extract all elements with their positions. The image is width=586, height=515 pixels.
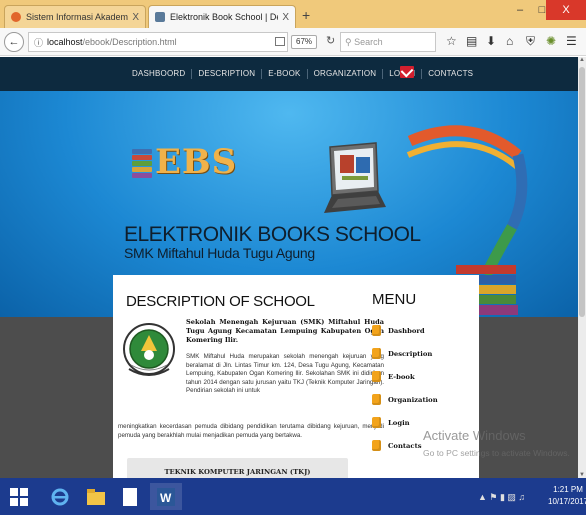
internet-explorer-icon[interactable]	[44, 483, 76, 510]
site-nav: DASHBOORD DESCRIPTION E-BOOK ORGANIZATIO…	[0, 57, 578, 91]
close-window-button[interactable]: X	[546, 0, 586, 20]
ebs-logo: EBS	[132, 139, 237, 181]
vertical-scrollbar[interactable]: ▲ ▼	[578, 57, 586, 478]
windows-start-icon[interactable]	[10, 488, 28, 506]
folder-icon	[372, 371, 381, 382]
laptop-illustration-icon	[324, 142, 386, 213]
folder-icon	[372, 440, 381, 451]
new-tab-button[interactable]: +	[302, 7, 310, 23]
description-lead: Sekolah Menengah Kejuruan (SMK) Miftahul…	[186, 318, 384, 344]
back-button[interactable]: ←	[4, 32, 24, 52]
url-path: /ebook/Description.html	[82, 37, 177, 47]
menu-item-label: Contacts	[388, 441, 422, 450]
folder-icon	[372, 394, 381, 405]
bookmark-star-icon[interactable]: ☆	[446, 34, 457, 48]
web-page: DASHBOORD DESCRIPTION E-BOOK ORGANIZATIO…	[0, 57, 578, 478]
folder-icon	[372, 325, 381, 336]
extension-icon[interactable]: ✺	[546, 34, 556, 48]
tab-title: Sistem Informasi Akademik	[26, 12, 129, 22]
menu-item-label: E-book	[388, 372, 415, 381]
pocket-icon[interactable]: ⛨	[526, 34, 535, 49]
search-placeholder: Search	[354, 37, 383, 47]
description-title: DESCRIPTION OF SCHOOL	[126, 293, 315, 310]
folder-icon	[372, 417, 381, 428]
firefox-tab-icon	[11, 12, 21, 22]
close-tab-icon[interactable]: X	[132, 12, 139, 23]
scroll-up-icon[interactable]: ▲	[578, 57, 586, 63]
search-icon: ⚲	[345, 37, 352, 47]
nav-description[interactable]: DESCRIPTION	[192, 69, 263, 79]
browser-nav-bar: ← ⓘ localhost /ebook/Description.html 67…	[0, 28, 586, 56]
download-icon[interactable]: ⬇	[486, 34, 496, 48]
school-seal-icon	[123, 323, 175, 376]
major-box-label: TEKNIK KOMPUTER JARINGAN (TKJ)	[164, 468, 311, 476]
clock-date: 10/17/2017	[548, 497, 586, 506]
mail-icon[interactable]	[400, 66, 414, 78]
svg-text:W: W	[160, 491, 172, 505]
browser-tab-bar: Sistem Informasi Akademik X Elektronik B…	[0, 0, 586, 28]
reader-view-icon[interactable]	[275, 37, 285, 46]
menu-hamburger-icon[interactable]: ☰	[566, 34, 577, 48]
folder-icon	[372, 348, 381, 359]
taskbar-clock[interactable]: 1:21 PM 10/17/2017	[548, 484, 586, 508]
scrollbar-thumb[interactable]	[579, 67, 585, 317]
banner-subtitle: SMK Miftahul Huda Tugu Agung	[124, 245, 315, 261]
menu-item-organization[interactable]: Organization	[372, 388, 438, 411]
logo-text: EBS	[155, 142, 238, 182]
file-explorer-icon[interactable]	[80, 483, 112, 510]
books-stack-icon	[132, 149, 152, 181]
clipboard-icon[interactable]: ▤	[466, 34, 477, 48]
description-body: SMK Miftahul Huda merupakan sekolah mene…	[186, 353, 384, 394]
menu-item-label: Dashbord	[388, 326, 425, 335]
url-host: localhost	[47, 37, 83, 47]
description-body-continued: meningkatkan kecerdasan pemuda dibidang …	[118, 423, 384, 439]
info-icon[interactable]: ⓘ	[34, 36, 43, 49]
site-favicon-icon	[155, 12, 165, 22]
close-tab-icon[interactable]: X	[282, 12, 289, 23]
nav-dashbord[interactable]: DASHBOORD	[126, 69, 193, 79]
activate-windows-subtitle: Go to PC settings to activate Windows.	[423, 448, 570, 458]
menu-title: MENU	[372, 291, 417, 308]
activate-windows-title: Activate Windows	[423, 428, 526, 443]
system-tray-icons[interactable]: ▲ ⚑ ▮ ▨ ♫	[478, 492, 525, 503]
nav-contacts[interactable]: CONTACTS	[422, 69, 479, 79]
menu-item-label: Organization	[388, 395, 438, 404]
menu-item-ebook[interactable]: E-book	[372, 365, 438, 388]
windows-taskbar: W ▲ ⚑ ▮ ▨ ♫ 1:21 PM 10/17/2017	[0, 478, 586, 515]
address-bar[interactable]: ⓘ localhost /ebook/Description.html	[28, 32, 288, 52]
major-box[interactable]: TEKNIK KOMPUTER JARINGAN (TKJ)	[127, 458, 348, 478]
home-icon[interactable]: ⌂	[506, 34, 513, 48]
zoom-level-button[interactable]: 67%	[291, 35, 318, 49]
nav-organization[interactable]: ORGANIZATION	[308, 69, 384, 79]
tab-title: Elektronik Book School | De	[170, 12, 279, 22]
clock-time: 1:21 PM	[553, 485, 583, 494]
blank-document-icon[interactable]	[114, 483, 146, 510]
tab-sistem-informasi[interactable]: Sistem Informasi Akademik X	[4, 5, 146, 28]
menu-item-label: Login	[388, 418, 410, 427]
nav-ebook[interactable]: E-BOOK	[262, 69, 308, 79]
word-icon[interactable]: W	[150, 483, 182, 510]
reload-icon[interactable]: ↻	[326, 34, 335, 47]
search-input[interactable]: ⚲ Search	[340, 32, 436, 52]
menu-item-description[interactable]: Description	[372, 342, 438, 365]
menu-item-label: Description	[388, 349, 433, 358]
menu-item-dashbord[interactable]: Dashbord	[372, 319, 438, 342]
banner-title: ELEKTRONIK BOOKS SCHOOL	[124, 223, 421, 246]
tab-elektronik-book[interactable]: Elektronik Book School | De X	[148, 5, 296, 28]
